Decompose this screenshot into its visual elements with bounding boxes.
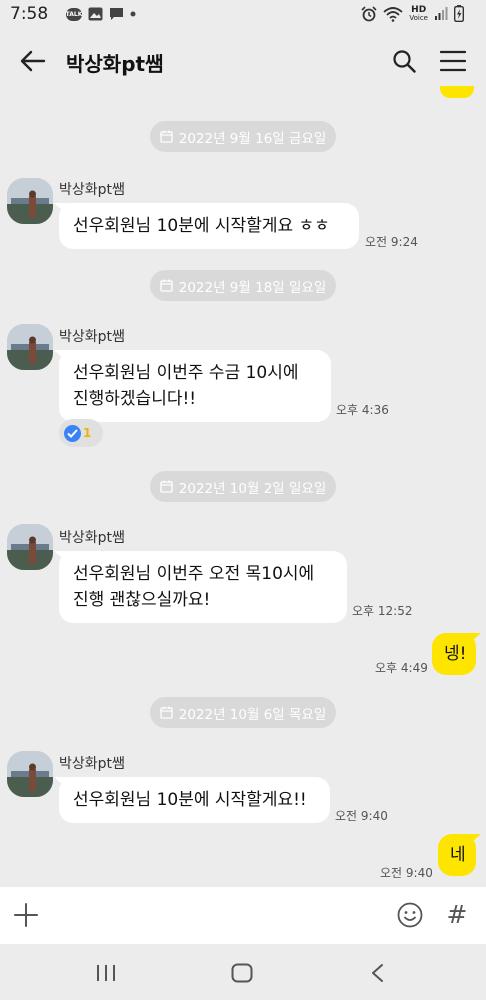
- voice-label: Voice: [409, 13, 428, 22]
- hd-voice-indicator: HD Voice: [409, 5, 428, 22]
- date-text: 2022년 9월 16일 금요일: [178, 130, 327, 147]
- message-text-line: 선우회원님 이번주 수금 10시에: [73, 363, 299, 383]
- message-time: 오후 12:52: [352, 604, 413, 618]
- plus-icon[interactable]: [14, 903, 38, 927]
- message-bubble[interactable]: 선우회원님 10분에 시작할게요 ㅎㅎ: [59, 203, 359, 249]
- calendar-icon: [160, 279, 173, 292]
- status-bar: 7:58 TALK HD Voice: [0, 0, 486, 30]
- gallery-notification-icon: [88, 7, 103, 21]
- message-bubble[interactable]: 선우회원님 이번주 오전 목10시에 진행 괜찮으실까요!: [59, 551, 347, 623]
- message-text: 넹!: [444, 644, 467, 664]
- reaction-badge[interactable]: 1: [59, 419, 103, 447]
- message-text: 선우회원님 10분에 시작할게요 ㅎㅎ: [73, 216, 330, 236]
- message-text-line: 선우회원님 이번주 오전 목10시에: [73, 564, 315, 584]
- recent-apps-icon[interactable]: [96, 964, 116, 982]
- status-notification-icons: TALK: [66, 7, 136, 21]
- date-divider: 2022년 10월 2일 일요일: [150, 471, 336, 502]
- battery-charging-icon: [454, 5, 464, 22]
- sender-name: 박상화pt쌤: [59, 182, 125, 198]
- emoji-icon[interactable]: [397, 902, 423, 928]
- home-icon[interactable]: [231, 963, 253, 983]
- back-nav-icon[interactable]: [370, 963, 384, 983]
- message-bubble[interactable]: 선우회원님 이번주 수금 10시에 진행하겠습니다!!: [59, 350, 331, 422]
- back-arrow-icon[interactable]: [20, 50, 46, 72]
- alarm-icon: [361, 5, 377, 21]
- sender-name: 박상화pt쌤: [59, 530, 125, 546]
- kakaotalk-notification-icon: TALK: [66, 7, 82, 21]
- chat-room-title: 박상화pt쌤: [66, 52, 164, 76]
- message-text: 선우회원님 10분에 시작할게요!!: [73, 790, 307, 810]
- check-reaction-icon: [64, 424, 81, 442]
- sender-avatar[interactable]: [7, 324, 53, 370]
- avatar-photo: [7, 178, 53, 224]
- date-text: 2022년 10월 2일 일요일: [178, 480, 327, 497]
- sender-avatar[interactable]: [7, 751, 53, 797]
- message-time: 오전 9:24: [365, 235, 418, 249]
- message-input[interactable]: [52, 897, 382, 933]
- message-time: 오전 9:40: [335, 809, 388, 823]
- message-time: 오전 9:40: [380, 866, 433, 880]
- signal-strength-icon: [435, 7, 448, 20]
- message-notification-icon: [110, 8, 123, 20]
- date-divider: 2022년 9월 16일 금요일: [150, 121, 336, 152]
- message-time: 오후 4:49: [375, 661, 428, 675]
- status-system-icons: HD Voice: [361, 5, 464, 22]
- sender-avatar[interactable]: [7, 524, 53, 570]
- wifi-icon: [383, 6, 403, 22]
- message-bubble[interactable]: 선우회원님 10분에 시작할게요!!: [59, 777, 330, 823]
- date-divider: 2022년 9월 18일 일요일: [150, 270, 336, 301]
- message-text-line: 진행 괜찮으실까요!: [73, 590, 211, 610]
- date-text: 2022년 9월 18일 일요일: [178, 279, 327, 296]
- hashtag-icon[interactable]: #: [446, 902, 468, 928]
- search-icon[interactable]: [392, 49, 416, 73]
- avatar-photo: [7, 524, 53, 570]
- hamburger-menu-icon[interactable]: [440, 50, 466, 72]
- avatar-photo: [7, 324, 53, 370]
- sender-name: 박상화pt쌤: [59, 329, 125, 345]
- message-time: 오후 4:36: [336, 403, 389, 417]
- date-text: 2022년 10월 6일 목요일: [178, 706, 327, 723]
- calendar-icon: [160, 130, 173, 143]
- avatar-photo: [7, 751, 53, 797]
- message-text-line: 진행하겠습니다!!: [73, 389, 197, 409]
- my-message-bubble[interactable]: 넹!: [432, 633, 476, 675]
- status-time: 7:58: [10, 4, 49, 24]
- sender-name: 박상화pt쌤: [59, 756, 125, 772]
- sender-avatar[interactable]: [7, 178, 53, 224]
- more-notifications-dot-icon: [130, 11, 136, 17]
- system-navigation-bar: [0, 944, 486, 1000]
- previous-my-bubble-partial: [440, 86, 474, 98]
- reaction-count: 1: [83, 426, 92, 440]
- chat-header: 박상화pt쌤: [0, 30, 486, 92]
- message-input-bar: #: [0, 887, 486, 944]
- date-divider: 2022년 10월 6일 목요일: [150, 697, 336, 728]
- calendar-icon: [160, 706, 173, 719]
- calendar-icon: [160, 480, 173, 493]
- message-text: 네: [450, 845, 466, 865]
- my-message-bubble[interactable]: 네: [438, 834, 476, 876]
